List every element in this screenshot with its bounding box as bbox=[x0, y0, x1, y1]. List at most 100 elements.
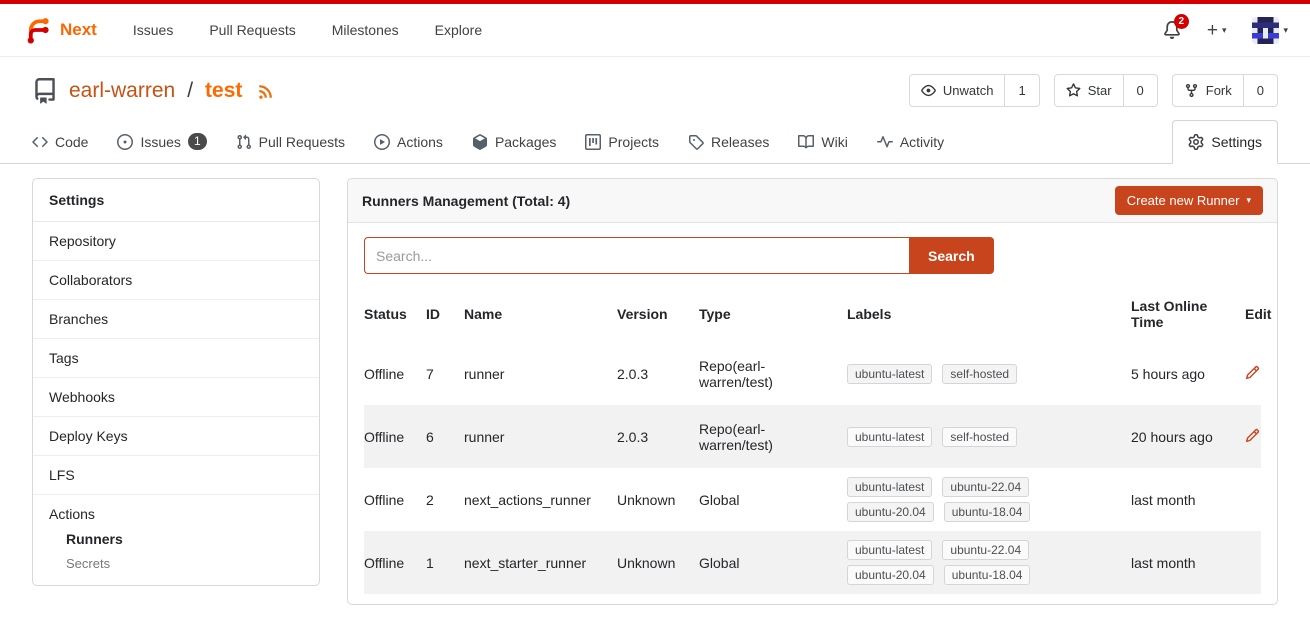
pulse-icon bbox=[877, 134, 893, 150]
runner-version: 2.0.3 bbox=[617, 358, 699, 390]
repo-icon bbox=[32, 78, 58, 104]
runner-status: Offline bbox=[364, 547, 426, 579]
tab-packages[interactable]: Packages bbox=[472, 120, 556, 163]
repo-name-link[interactable]: test bbox=[205, 79, 242, 103]
runner-label-chip: ubuntu-latest bbox=[847, 364, 932, 384]
user-avatar bbox=[1252, 17, 1279, 44]
navbar-item-explore[interactable]: Explore bbox=[435, 22, 482, 38]
sidebar-item-secrets[interactable]: Secrets bbox=[66, 556, 303, 571]
issue-icon bbox=[117, 134, 133, 150]
user-menu[interactable]: ▾ bbox=[1252, 17, 1288, 44]
edit-cell bbox=[1245, 357, 1261, 391]
runner-label-chip: ubuntu-22.04 bbox=[942, 540, 1029, 560]
search-button[interactable]: Search bbox=[909, 237, 994, 274]
play-icon bbox=[374, 134, 390, 150]
caret-down-icon: ▾ bbox=[1222, 25, 1227, 36]
tab-activity[interactable]: Activity bbox=[877, 120, 944, 163]
edit-runner-button[interactable] bbox=[1245, 365, 1260, 380]
plus-icon: + bbox=[1207, 21, 1218, 40]
runners-card-header: Runners Management (Total: 4) Create new… bbox=[348, 179, 1277, 223]
runner-label-chip: ubuntu-22.04 bbox=[942, 477, 1029, 497]
runner-name: runner bbox=[464, 358, 617, 390]
star-button-group: Star 0 bbox=[1054, 74, 1158, 107]
runner-labels: ubuntu-latest self-hosted bbox=[847, 356, 1131, 392]
star-button[interactable]: Star bbox=[1055, 75, 1124, 106]
caret-down-icon: ▾ bbox=[1283, 25, 1288, 36]
book-icon bbox=[798, 134, 814, 150]
sidebar-item-deploy-keys[interactable]: Deploy Keys bbox=[33, 417, 319, 456]
runner-label-chip: self-hosted bbox=[942, 364, 1017, 384]
tab-code[interactable]: Code bbox=[32, 120, 88, 163]
star-count[interactable]: 0 bbox=[1124, 75, 1157, 106]
settings-content: Settings Repository Collaborators Branch… bbox=[0, 164, 1310, 605]
table-row: Offline 6 runner 2.0.3 Repo(earl-warren/… bbox=[364, 405, 1261, 468]
col-last-online: Last Online Time bbox=[1131, 298, 1245, 330]
runner-version: Unknown bbox=[617, 484, 699, 516]
sidebar-item-actions[interactable]: Actions bbox=[49, 506, 303, 522]
navbar-item-milestones[interactable]: Milestones bbox=[332, 22, 399, 38]
rss-feed-icon[interactable] bbox=[257, 82, 275, 100]
sidebar-item-repository[interactable]: Repository bbox=[33, 222, 319, 261]
sidebar-item-tags[interactable]: Tags bbox=[33, 339, 319, 378]
edit-cell bbox=[1245, 555, 1261, 571]
runner-type: Repo(earl-warren/test) bbox=[699, 413, 847, 461]
search-input[interactable] bbox=[364, 237, 909, 274]
sidebar-item-lfs[interactable]: LFS bbox=[33, 456, 319, 495]
col-type: Type bbox=[699, 306, 847, 322]
runners-table-header: Status ID Name Version Type Labels Last … bbox=[364, 286, 1261, 342]
runner-label-chip: ubuntu-20.04 bbox=[847, 502, 934, 522]
repo-header: earl-warren / test Unwatch 1 Star 0 bbox=[0, 57, 1310, 120]
tab-issues[interactable]: Issues 1 bbox=[117, 120, 206, 163]
sidebar-item-webhooks[interactable]: Webhooks bbox=[33, 378, 319, 417]
caret-down-icon: ▾ bbox=[1246, 195, 1251, 206]
runner-labels: ubuntu-latestubuntu-22.04ubuntu-20.04ubu… bbox=[847, 532, 1131, 593]
runner-id: 2 bbox=[426, 484, 464, 516]
notifications-button[interactable]: 2 bbox=[1163, 21, 1181, 39]
tab-pull-requests[interactable]: Pull Requests bbox=[236, 120, 345, 163]
tab-releases[interactable]: Releases bbox=[688, 120, 769, 163]
col-status: Status bbox=[364, 306, 426, 322]
create-runner-button[interactable]: Create new Runner ▾ bbox=[1115, 186, 1263, 215]
unwatch-label: Unwatch bbox=[943, 83, 994, 98]
runner-status: Offline bbox=[364, 484, 426, 516]
col-version: Version bbox=[617, 306, 699, 322]
star-label: Star bbox=[1088, 83, 1112, 98]
runner-label-chip: ubuntu-18.04 bbox=[944, 565, 1031, 585]
sidebar-item-branches[interactable]: Branches bbox=[33, 300, 319, 339]
pull-request-icon bbox=[236, 134, 252, 150]
fork-button[interactable]: Fork bbox=[1173, 75, 1244, 106]
sidebar-item-runners[interactable]: Runners bbox=[66, 531, 303, 547]
fork-count[interactable]: 0 bbox=[1244, 75, 1277, 106]
tab-wiki[interactable]: Wiki bbox=[798, 120, 847, 163]
runner-id: 1 bbox=[426, 547, 464, 579]
navbar-item-issues[interactable]: Issues bbox=[133, 22, 173, 38]
sidebar-section-actions: Actions Runners Secrets bbox=[33, 495, 319, 585]
watch-count[interactable]: 1 bbox=[1005, 75, 1038, 106]
runner-label-chip: ubuntu-latest bbox=[847, 427, 932, 447]
tab-settings[interactable]: Settings bbox=[1172, 120, 1278, 164]
package-icon bbox=[472, 134, 488, 150]
sidebar-item-collaborators[interactable]: Collaborators bbox=[33, 261, 319, 300]
unwatch-button[interactable]: Unwatch bbox=[910, 75, 1006, 106]
runner-version: Unknown bbox=[617, 547, 699, 579]
fork-button-group: Fork 0 bbox=[1172, 74, 1278, 107]
runner-status: Offline bbox=[364, 421, 426, 453]
navbar-item-pull-requests[interactable]: Pull Requests bbox=[209, 22, 295, 38]
edit-runner-button[interactable] bbox=[1245, 428, 1260, 443]
repo-separator: / bbox=[187, 79, 193, 103]
runners-card-body: Search Status ID Name Version Type Label… bbox=[348, 223, 1277, 604]
runner-labels: ubuntu-latestubuntu-22.04ubuntu-20.04ubu… bbox=[847, 469, 1131, 530]
col-labels: Labels bbox=[847, 306, 1131, 322]
tab-actions[interactable]: Actions bbox=[374, 120, 443, 163]
star-icon bbox=[1066, 83, 1081, 98]
home-link[interactable]: Next bbox=[22, 15, 97, 45]
settings-sidebar: Settings Repository Collaborators Branch… bbox=[32, 178, 320, 586]
runners-card: Runners Management (Total: 4) Create new… bbox=[347, 178, 1278, 605]
edit-cell bbox=[1245, 420, 1261, 454]
runners-title: Runners Management (Total: 4) bbox=[362, 193, 570, 209]
fork-label: Fork bbox=[1206, 83, 1232, 98]
col-id: ID bbox=[426, 306, 464, 322]
repo-owner-link[interactable]: earl-warren bbox=[69, 79, 175, 103]
tab-projects[interactable]: Projects bbox=[585, 120, 659, 163]
create-new-menu[interactable]: + ▾ bbox=[1207, 21, 1227, 40]
